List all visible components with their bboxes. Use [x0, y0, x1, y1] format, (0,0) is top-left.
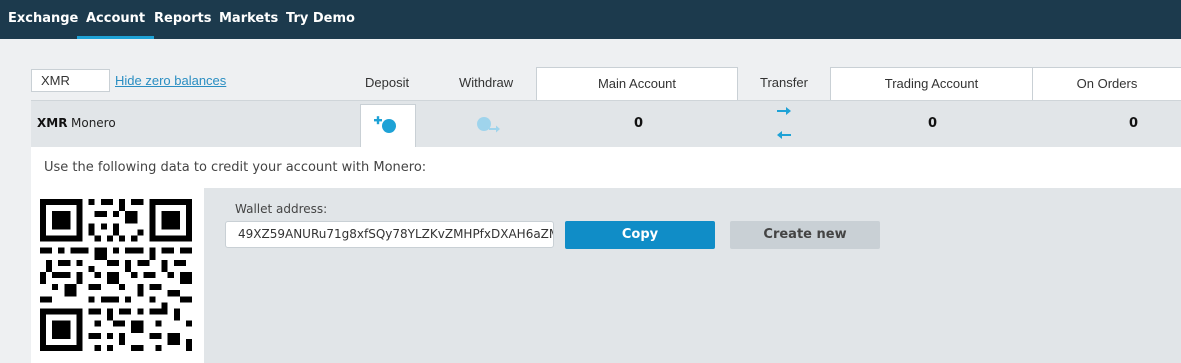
- withdraw-coin-arrow-icon[interactable]: [472, 114, 502, 134]
- currency-name: Monero: [71, 116, 116, 130]
- nav-markets[interactable]: Markets: [219, 0, 278, 39]
- main-account-balance: 0: [634, 116, 644, 131]
- top-navigation: Exchange Account Reports Markets Try Dem…: [0, 0, 1181, 39]
- transfer-left-arrow-icon[interactable]: [776, 130, 792, 140]
- qr-code-icon: [40, 199, 192, 351]
- deposit-tab[interactable]: [360, 104, 416, 149]
- nav-reports[interactable]: Reports: [154, 0, 211, 39]
- deposit-instructions: Use the following data to credit your ac…: [44, 160, 427, 175]
- nav-account[interactable]: Account: [77, 0, 155, 39]
- create-new-address-button[interactable]: Create new: [730, 221, 880, 249]
- copy-button[interactable]: Copy: [565, 221, 715, 249]
- hide-zero-balances-link[interactable]: Hide zero balances: [115, 73, 226, 88]
- deposit-panel: Use the following data to credit your ac…: [31, 147, 1181, 363]
- column-transfer: Transfer: [760, 75, 808, 90]
- column-trading-account: Trading Account: [830, 67, 1033, 100]
- currency-row: XMR Monero 0 0 0: [31, 100, 1181, 149]
- column-on-orders: On Orders: [1032, 67, 1181, 100]
- nav-try-demo[interactable]: Try Demo: [286, 0, 355, 39]
- column-deposit: Deposit: [365, 75, 410, 90]
- on-orders-balance: 0: [1129, 116, 1139, 131]
- wallet-address-field[interactable]: 49XZ59ANURu71g8xfSQy78YLZKvZMHPfxDXAH6aZ…: [225, 221, 554, 248]
- wallet-address-label: Wallet address:: [235, 202, 328, 216]
- column-withdraw: Withdraw: [459, 75, 514, 90]
- trading-account-balance: 0: [928, 116, 938, 131]
- deposit-plus-coin-icon: [374, 116, 396, 133]
- currency-filter-input[interactable]: XMR: [31, 69, 110, 92]
- wallet-address-area: Wallet address: 49XZ59ANURu71g8xfSQy78YL…: [204, 188, 1181, 363]
- currency-code: XMR: [37, 116, 68, 130]
- column-main-account: Main Account: [536, 67, 738, 100]
- nav-exchange[interactable]: Exchange: [8, 0, 78, 39]
- transfer-right-arrow-icon[interactable]: [776, 106, 792, 116]
